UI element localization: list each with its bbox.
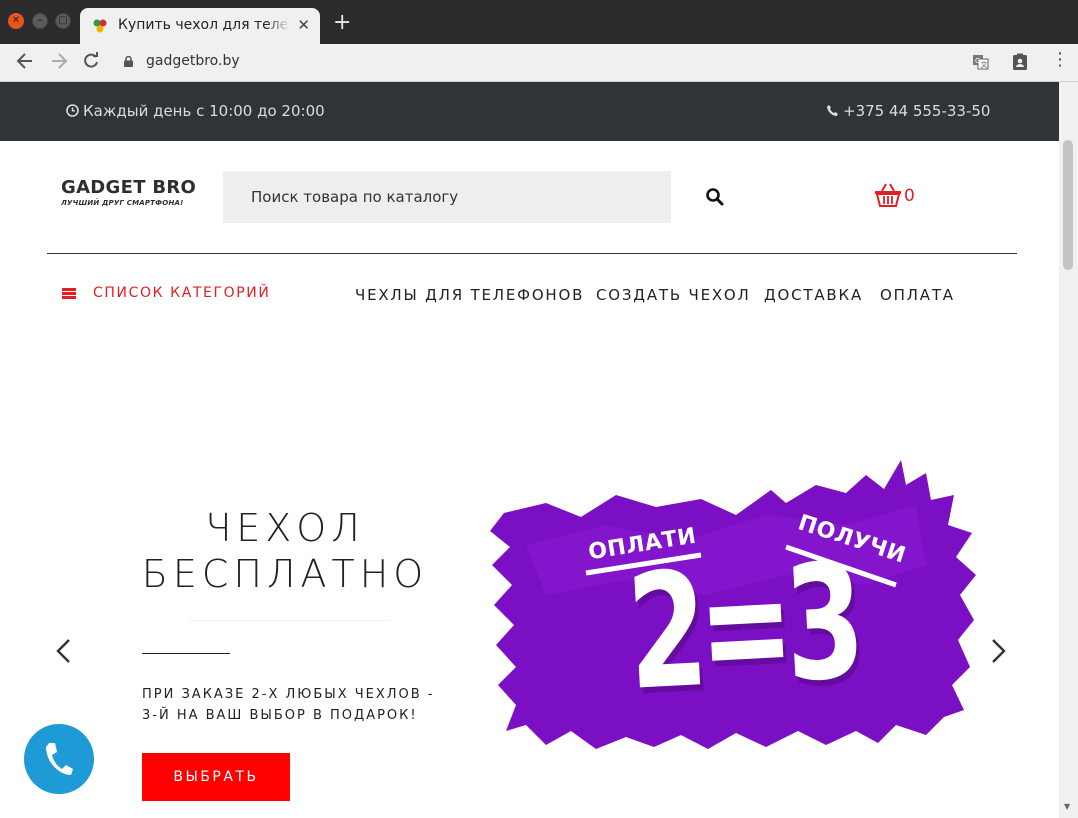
hero-title-line1: ЧЕХОЛ — [205, 506, 365, 550]
clock-icon — [66, 104, 79, 117]
back-arrow-icon[interactable] — [16, 49, 34, 79]
callback-button[interactable] — [24, 724, 94, 794]
phone-number: +375 44 555-33-50 — [843, 102, 991, 120]
scrollbar-thumb[interactable] — [1063, 140, 1073, 270]
new-tab-button[interactable]: + — [333, 12, 351, 34]
hero-text-line1: ПРИ ЗАКАЗЕ 2-Х ЛЮБЫХ ЧЕХЛОВ - — [142, 687, 435, 702]
page-scrollbar[interactable]: ▼ — [1059, 82, 1078, 818]
hero-faint-line — [190, 620, 390, 621]
hero-title: ЧЕХОЛ БЕСПЛАТНО — [130, 505, 440, 597]
phone-link[interactable]: +375 44 555-33-50 — [826, 102, 990, 120]
svg-text:文: 文 — [981, 60, 988, 69]
menu-dots-icon[interactable]: ⋮ — [1051, 50, 1069, 70]
nav-item-cases[interactable]: ЧЕХЛЫ ДЛЯ ТЕЛЕФОНОВ — [355, 286, 584, 304]
tab-title: Купить чехол для телефона — [118, 17, 290, 33]
logo-tagline: ЛУЧШИЙ ДРУГ СМАРТФОНА! — [61, 199, 184, 207]
close-icon: ✕ — [11, 15, 21, 26]
phone-handset-icon — [46, 743, 73, 775]
nav-item-create-case[interactable]: СОЗДАТЬ ЧЕХОЛ — [596, 286, 751, 304]
browser-titlebar: ✕ – □ Купить чехол для телефона ✕ + — [0, 0, 1078, 44]
top-info-bar: Каждый день с 10:00 до 20:00 +375 44 555… — [0, 82, 1059, 141]
search-placeholder: Поиск товара по каталогу — [251, 188, 459, 206]
browser-tab[interactable]: Купить чехол для телефона ✕ — [80, 8, 320, 44]
window-maximize-button[interactable]: □ — [55, 13, 71, 29]
logo-name: GADGET BRO — [61, 177, 197, 198]
slider-prev-arrow-icon[interactable] — [54, 637, 72, 665]
choose-button[interactable]: ВЫБРАТЬ — [142, 753, 290, 801]
working-hours-text: Каждый день с 10:00 до 20:00 — [83, 102, 325, 120]
cart-count[interactable]: 0 — [904, 186, 915, 206]
slider-next-arrow-icon[interactable] — [990, 637, 1008, 665]
window-minimize-button[interactable]: – — [32, 13, 48, 29]
maximize-icon: □ — [58, 15, 68, 26]
site-logo[interactable]: GADGET BRO ЛУЧШИЙ ДРУГ СМАРТФОНА! — [61, 178, 196, 208]
lock-icon — [124, 56, 133, 67]
cart-icon[interactable] — [874, 182, 902, 208]
search-input[interactable]: Поиск товара по каталогу — [223, 171, 671, 223]
scroll-down-icon[interactable]: ▼ — [1064, 802, 1070, 811]
window-close-button[interactable]: ✕ — [8, 13, 24, 29]
minimize-icon: – — [37, 15, 43, 26]
categories-label: СПИСОК КАТЕГОРИЙ — [93, 285, 271, 301]
search-icon[interactable] — [705, 187, 725, 207]
nav-item-payment[interactable]: ОПЛАТА — [880, 286, 955, 304]
working-hours: Каждый день с 10:00 до 20:00 — [66, 102, 325, 120]
address-bar-url[interactable]: gadgetbro.by — [146, 53, 240, 69]
hero-title-line2: БЕСПЛАТНО — [141, 552, 429, 596]
reload-icon[interactable] — [82, 49, 100, 79]
hero-description: ПРИ ЗАКАЗЕ 2-Х ЛЮБЫХ ЧЕХЛОВ - 3-Й НА ВАШ… — [142, 684, 452, 726]
hero-underline — [142, 653, 230, 654]
browser-toolbar: gadgetbro.by G 文 ⋮ — [0, 44, 1078, 82]
header-divider — [47, 253, 1017, 254]
extension-icon[interactable] — [1011, 53, 1029, 71]
hamburger-icon — [62, 288, 76, 299]
forward-arrow-icon[interactable] — [50, 49, 68, 79]
favicon-icon — [93, 19, 107, 33]
promo-equation: 2=3 — [623, 530, 861, 726]
phone-icon — [827, 105, 838, 116]
nav-item-delivery[interactable]: ДОСТАВКА — [764, 286, 863, 304]
tab-close-icon[interactable]: ✕ — [297, 16, 310, 34]
translate-icon[interactable]: G 文 — [972, 53, 990, 71]
hero-text-line2: 3-Й НА ВАШ ВЫБОР В ПОДАРОК! — [142, 708, 418, 723]
